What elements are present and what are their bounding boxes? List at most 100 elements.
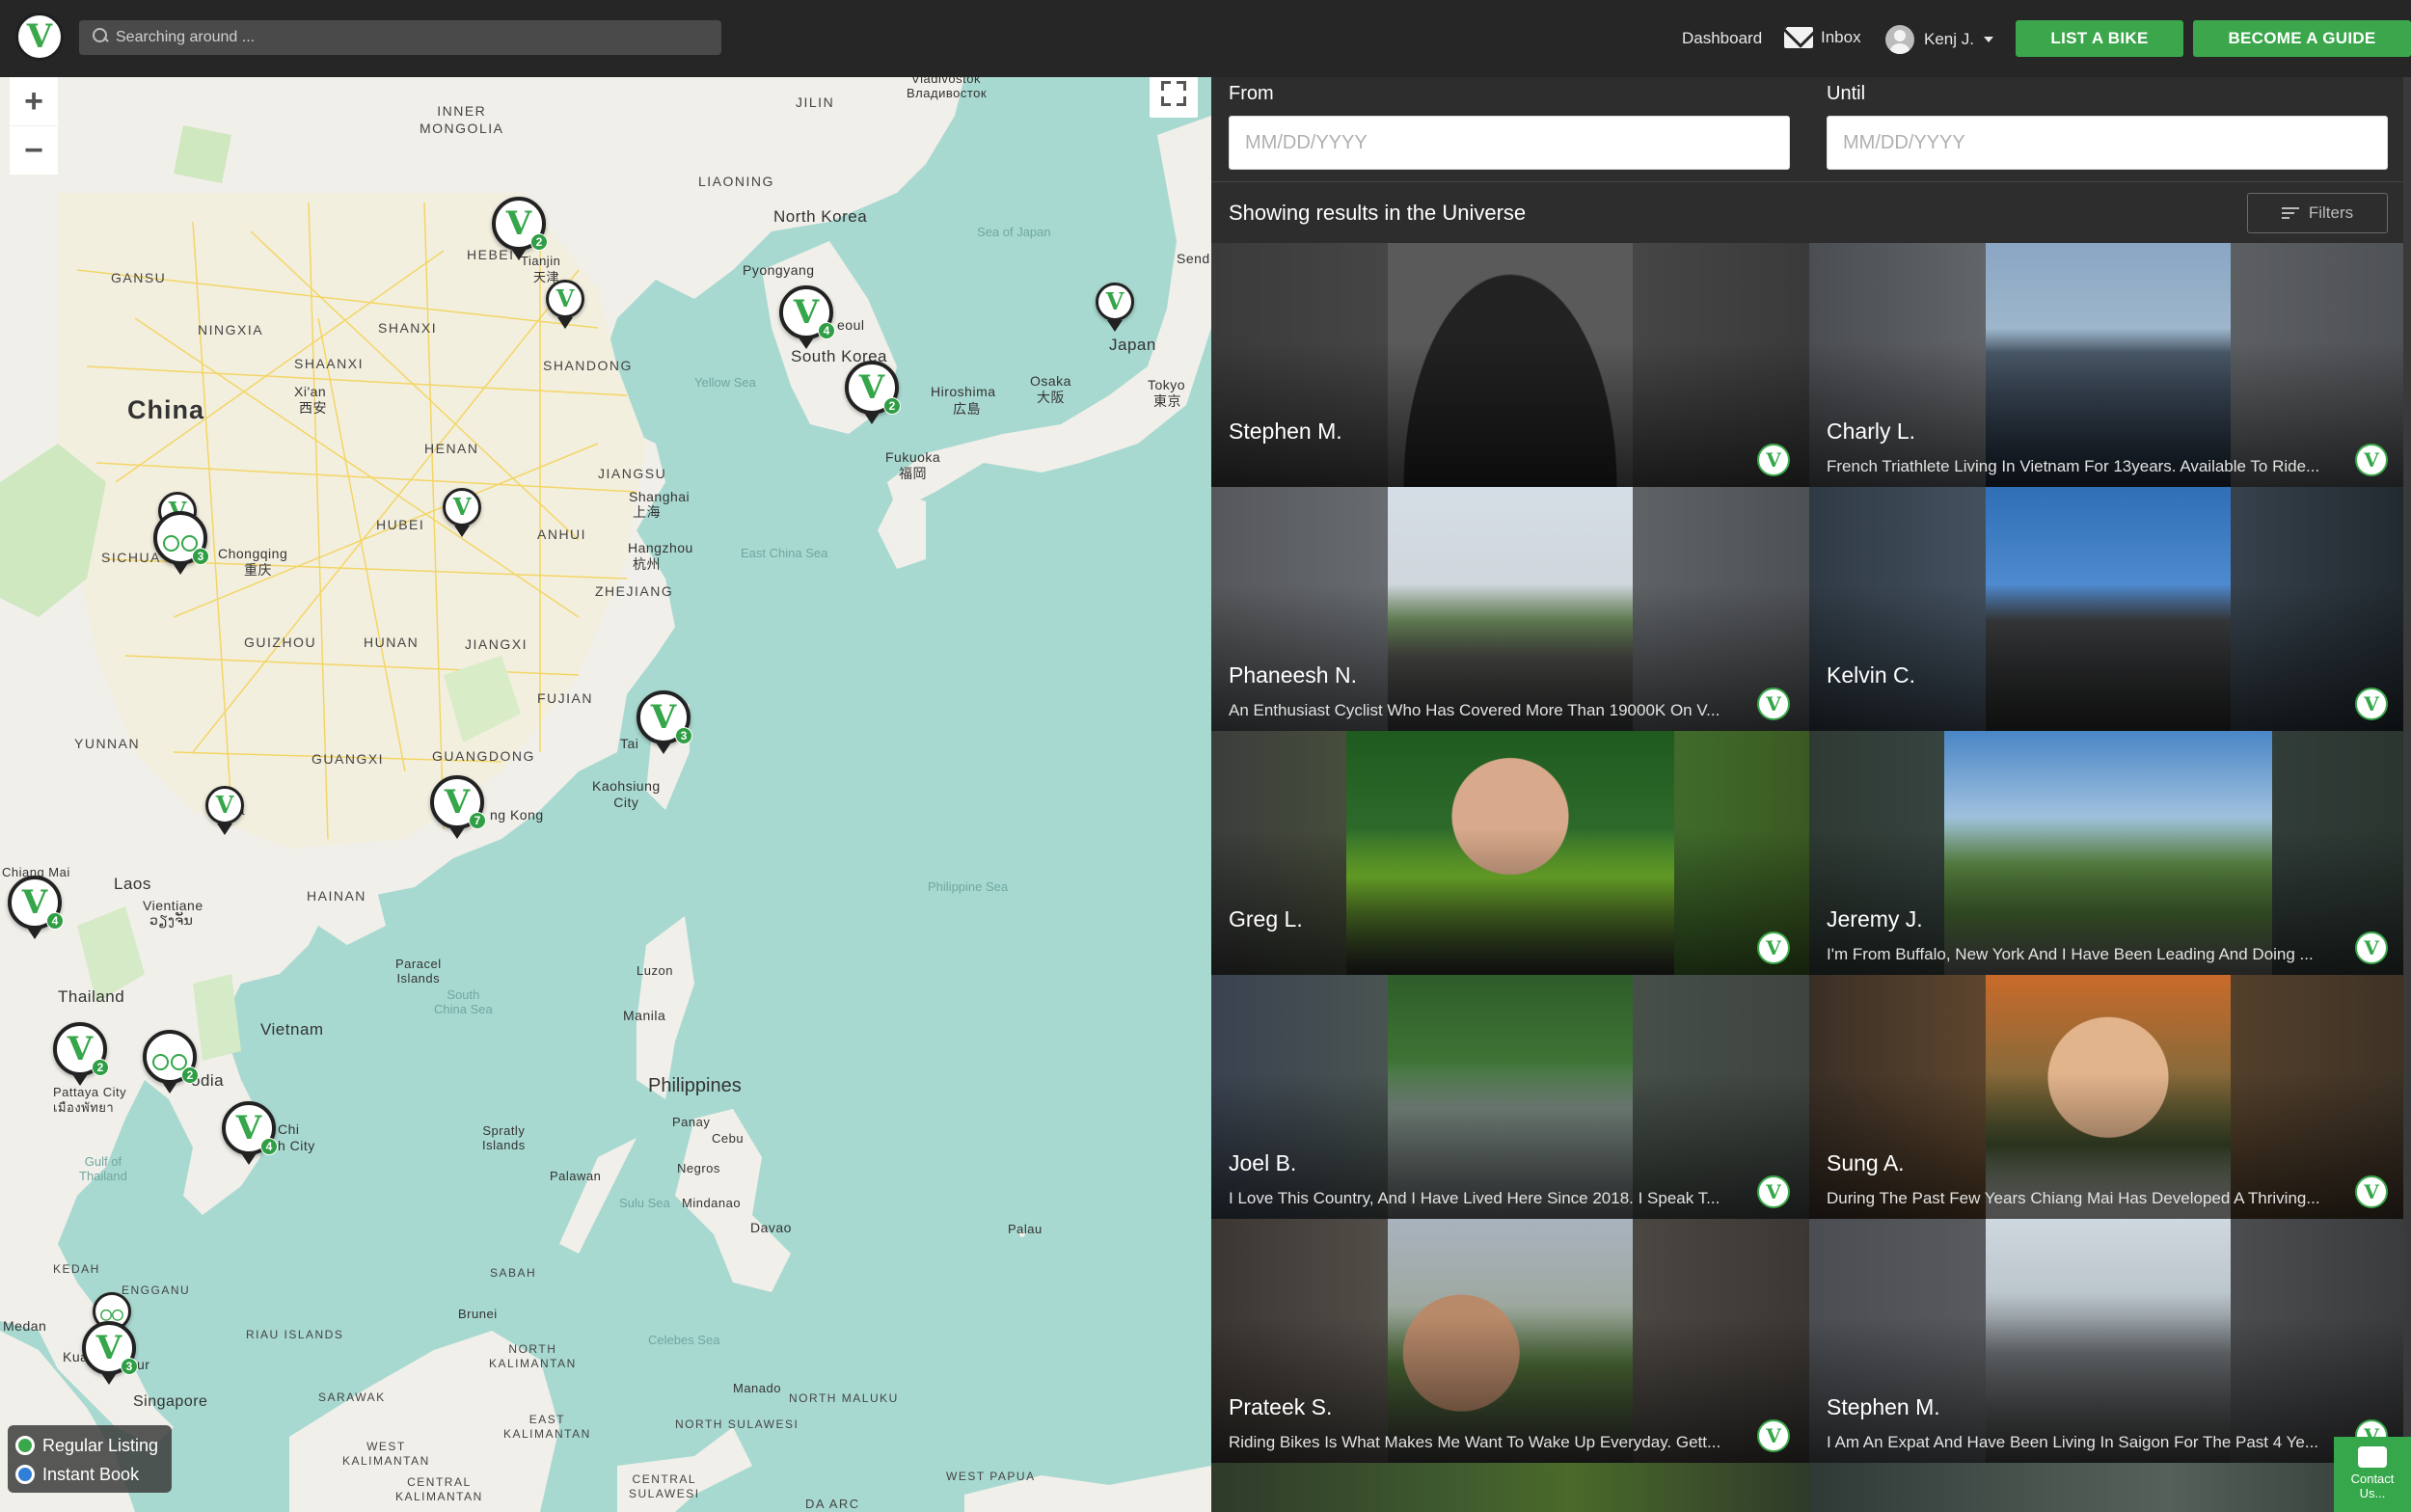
guide-card[interactable]: Kelvin C. V <box>1809 487 2407 731</box>
map-label-negros: Negros <box>677 1161 720 1175</box>
map-pin[interactable]: V <box>443 488 481 537</box>
map-pin[interactable]: V4 <box>222 1101 278 1165</box>
card-shade <box>1211 243 1809 487</box>
map-label-hainan: HAINAN <box>307 888 366 904</box>
guide-name: Sung A. <box>1827 1150 1905 1175</box>
guide-card[interactable]: Stephen M. V <box>1211 243 1809 487</box>
map-label-guangdong: GUANGDONG <box>432 748 535 764</box>
map-legend: Regular Listing Instant Book <box>8 1425 172 1493</box>
map-pin[interactable]: V2 <box>845 361 901 424</box>
results-heading: Showing results in the Universe <box>1229 201 1527 225</box>
map-label-davao: Davao <box>750 1220 792 1235</box>
guide-bio: I'm From Buffalo, New York And I Have Be… <box>1827 945 2314 963</box>
map-label-east-kalimantan: EAST KALIMANTAN <box>503 1413 591 1441</box>
map-pin[interactable]: V4 <box>779 285 835 349</box>
guide-name: Stephen M. <box>1229 418 1342 444</box>
fullscreen-button[interactable] <box>1150 77 1198 118</box>
map-label-seoul: eoul <box>837 317 865 333</box>
map-label-banda-arc: DA ARC <box>805 1497 860 1511</box>
map-pin[interactable]: V4 <box>8 876 64 939</box>
verified-badge-icon: V <box>1757 932 1790 964</box>
map-label-north-maluku: NORTH MALUKU <box>789 1391 899 1405</box>
map-label-xian: Xi'an <box>294 384 327 399</box>
from-date-input[interactable] <box>1229 116 1790 170</box>
map-label-luzon: Luzon <box>637 963 673 978</box>
dashboard-link[interactable]: Dashboard <box>1682 29 1762 48</box>
guide-name: Stephen M. <box>1827 1394 1940 1419</box>
guide-card[interactable]: Joel B. I Love This Country, And I Have … <box>1211 975 1809 1219</box>
map-label-palawan: Palawan <box>550 1169 602 1183</box>
map-pin-bike[interactable]: 2 <box>143 1030 199 1094</box>
map-label-guizhou: GUIZHOU <box>244 634 317 650</box>
map-pin[interactable]: V2 <box>53 1022 109 1086</box>
guide-card[interactable]: Greg L. V <box>1211 731 1809 975</box>
map-label-tokyo: Tokyo <box>1148 377 1186 392</box>
guide-bio: During The Past Few Years Chiang Mai Has… <box>1827 1189 2320 1207</box>
verified-badge-icon: V <box>2355 1175 2388 1208</box>
map-label-vladivostok-ru: Владивосток <box>907 86 988 100</box>
map-label-hcmc: Chi h City <box>278 1121 315 1153</box>
map-label-north-kalimantan: NORTH KALIMANTAN <box>489 1342 577 1370</box>
map-label-palau: Palau <box>1008 1222 1043 1236</box>
map-label-hebei: HEBEI <box>467 247 515 262</box>
map-label-hiroshima: Hiroshima <box>931 384 996 399</box>
search-bar[interactable] <box>79 20 721 55</box>
guide-bio: I Love This Country, And I Have Lived He… <box>1229 1189 1720 1207</box>
map-label-hong-kong: ng Kong <box>490 807 544 823</box>
map-pin-bike[interactable]: 3 <box>153 511 209 575</box>
verified-badge-icon: V <box>1757 1419 1790 1452</box>
guide-card[interactable] <box>1211 1463 1809 1512</box>
map-label-xian-zh: 西安 <box>299 400 327 416</box>
map-pin[interactable]: V <box>546 280 584 329</box>
until-label: Until <box>1827 83 1866 104</box>
map-pin[interactable]: V <box>1096 283 1134 332</box>
map-label-osaka-ja: 大阪 <box>1037 390 1065 405</box>
map-label-sichuan: SICHUA <box>101 550 161 565</box>
map-label-manado: Manado <box>733 1381 781 1395</box>
scrollbar[interactable] <box>2403 77 2411 1512</box>
guide-card[interactable] <box>1809 1463 2407 1512</box>
filters-label: Filters <box>2308 203 2354 222</box>
from-label: From <box>1229 83 1274 104</box>
map-label-cebu: Cebu <box>712 1131 745 1146</box>
guide-card[interactable]: Charly L. French Triathlete Living In Vi… <box>1809 243 2407 487</box>
guide-bio: French Triathlete Living In Vietnam For … <box>1827 457 2320 475</box>
map-label-shaanxi: SHAANXI <box>294 356 364 371</box>
guide-card[interactable]: Jeremy J. I'm From Buffalo, New York And… <box>1809 731 2407 975</box>
map-pin[interactable]: V7 <box>430 775 486 839</box>
until-date-input[interactable] <box>1827 116 2388 170</box>
map-label-hiroshima-ja: 広島 <box>953 401 981 417</box>
map-pin[interactable]: V3 <box>82 1321 138 1385</box>
filter-icon <box>2281 207 2299 219</box>
guide-card[interactable]: Phaneesh N. An Enthusiast Cyclist Who Ha… <box>1211 487 1809 731</box>
map-pin[interactable]: V <box>205 786 244 835</box>
guide-card[interactable]: Stephen M. I Am An Expat And Have Been L… <box>1809 1219 2407 1463</box>
bicycle-icon <box>152 1046 187 1070</box>
filters-button[interactable]: Filters <box>2247 193 2388 233</box>
map-label-paracel: Paracel Islands <box>395 957 442 986</box>
map-label-north-korea: North Korea <box>773 207 868 226</box>
search-input[interactable] <box>116 20 694 55</box>
guide-bio: Riding Bikes Is What Makes Me Want To Wa… <box>1229 1433 1721 1451</box>
guide-card[interactable]: Prateek S. Riding Bikes Is What Makes Me… <box>1211 1219 1809 1463</box>
user-menu[interactable]: Kenj J. <box>1885 25 1993 54</box>
legend-instant-label: Instant Book <box>42 1464 140 1484</box>
zoom-out-button[interactable]: − <box>10 126 58 175</box>
map-label-shanxi: SHANXI <box>378 320 438 336</box>
guide-name: Phaneesh N. <box>1229 662 1357 688</box>
list-a-bike-button[interactable]: LIST A BIKE <box>2016 20 2183 57</box>
map-pin[interactable]: V3 <box>637 690 692 754</box>
card-shade <box>1809 975 2407 1219</box>
map-view[interactable]: INNER MONGOLIA JILIN Vladivostok Владиво… <box>0 77 1211 1512</box>
become-a-guide-button[interactable]: BECOME A GUIDE <box>2193 20 2411 57</box>
map-label-vladivostok: Vladivostok <box>911 77 981 86</box>
map-label-east-china-sea: East China Sea <box>741 546 828 560</box>
site-logo[interactable]: V <box>15 13 64 61</box>
guide-card[interactable]: Sung A. During The Past Few Years Chiang… <box>1809 975 2407 1219</box>
map-pin[interactable]: V2 <box>492 197 548 260</box>
inbox-link[interactable]: Inbox <box>1784 27 1861 48</box>
divider <box>1211 181 2411 182</box>
contact-us-button[interactable]: Contact Us... <box>2334 1437 2411 1512</box>
map-label-chongqing: Chongqing <box>218 546 288 561</box>
zoom-in-button[interactable]: + <box>10 77 58 125</box>
